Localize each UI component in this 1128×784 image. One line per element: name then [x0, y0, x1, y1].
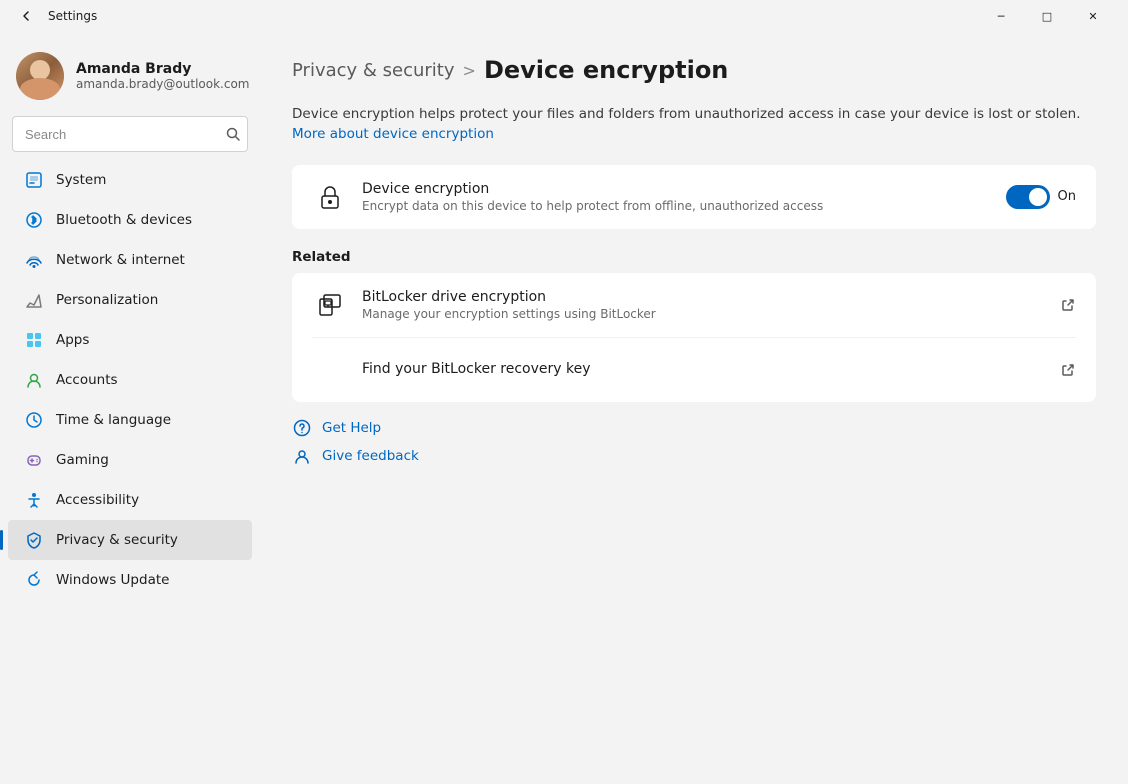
sidebar-item-bluetooth[interactable]: Bluetooth & devices: [8, 200, 252, 240]
recovery-key-title: Find your BitLocker recovery key: [362, 361, 1060, 377]
sidebar-label-bluetooth: Bluetooth & devices: [56, 212, 192, 228]
system-icon: [24, 170, 44, 190]
related-section-title: Related: [292, 249, 1096, 265]
related-card: BitLocker drive encryption Manage your e…: [292, 273, 1096, 402]
sidebar-item-apps[interactable]: Apps: [8, 320, 252, 360]
sidebar-item-update[interactable]: Windows Update: [8, 560, 252, 600]
sidebar-item-network[interactable]: Network & internet: [8, 240, 252, 280]
avatar-image: [16, 52, 64, 100]
sidebar-item-privacy[interactable]: Privacy & security: [8, 520, 252, 560]
sidebar-item-system[interactable]: System: [8, 160, 252, 200]
network-icon: [24, 250, 44, 270]
give-feedback-icon: [292, 446, 312, 466]
back-button[interactable]: [12, 2, 40, 30]
encryption-toggle[interactable]: [1006, 185, 1050, 209]
profile-section: Amanda Brady amanda.brady@outlook.com: [0, 40, 260, 116]
sidebar-label-privacy: Privacy & security: [56, 532, 178, 548]
get-help-link[interactable]: Get Help: [292, 418, 1096, 438]
device-encryption-item: Device encryption Encrypt data on this d…: [292, 165, 1096, 229]
description-text-part: Device encryption helps protect your fil…: [292, 106, 1081, 122]
external-link-icon-recovery: [1060, 362, 1076, 378]
window-controls: ─ □ ✕: [978, 0, 1116, 32]
update-icon: [24, 570, 44, 590]
breadcrumb: Privacy & security > Device encryption: [292, 56, 1096, 84]
titlebar: Settings ─ □ ✕: [0, 0, 1128, 32]
time-icon: [24, 410, 44, 430]
sidebar-label-time: Time & language: [56, 412, 171, 428]
encryption-title: Device encryption: [362, 181, 1006, 197]
sidebar-item-accessibility[interactable]: Accessibility: [8, 480, 252, 520]
avatar: [16, 52, 64, 100]
encryption-icon: [312, 179, 348, 215]
sidebar-label-personalization: Personalization: [56, 292, 158, 308]
device-encryption-card: Device encryption Encrypt data on this d…: [292, 165, 1096, 229]
get-help-label: Get Help: [322, 420, 381, 436]
personalization-icon: [24, 290, 44, 310]
encryption-toggle-group: On: [1006, 185, 1076, 209]
sidebar-label-apps: Apps: [56, 332, 89, 348]
accounts-icon: [24, 370, 44, 390]
sidebar-label-network: Network & internet: [56, 252, 185, 268]
external-link-icon-bitlocker: [1060, 297, 1076, 313]
close-button[interactable]: ✕: [1070, 0, 1116, 32]
description: Device encryption helps protect your fil…: [292, 104, 1096, 145]
recovery-key-item[interactable]: Find your BitLocker recovery key: [292, 338, 1096, 402]
description-link[interactable]: More about device encryption: [292, 126, 494, 142]
window-title: Settings: [48, 9, 978, 23]
search-icon: [226, 127, 240, 141]
breadcrumb-separator: >: [463, 61, 476, 80]
sidebar-label-update: Windows Update: [56, 572, 169, 588]
help-section: Get Help Give feedback: [292, 418, 1096, 466]
bitlocker-text: BitLocker drive encryption Manage your e…: [362, 289, 1060, 321]
bluetooth-icon: [24, 210, 44, 230]
give-feedback-label: Give feedback: [322, 448, 419, 464]
bitlocker-subtitle: Manage your encryption settings using Bi…: [362, 307, 1060, 321]
gaming-icon: [24, 450, 44, 470]
search-container: [12, 116, 248, 152]
sidebar-label-gaming: Gaming: [56, 452, 109, 468]
get-help-icon: [292, 418, 312, 438]
bitlocker-link-icon: [1060, 297, 1076, 313]
bitlocker-icon: [312, 287, 348, 323]
page-title: Device encryption: [484, 56, 728, 84]
give-feedback-link[interactable]: Give feedback: [292, 446, 1096, 466]
recovery-key-text: Find your BitLocker recovery key: [362, 361, 1060, 379]
encryption-text: Device encryption Encrypt data on this d…: [362, 181, 1006, 213]
apps-icon: [24, 330, 44, 350]
sidebar-label-system: System: [56, 172, 106, 188]
sidebar-item-gaming[interactable]: Gaming: [8, 440, 252, 480]
search-input[interactable]: [12, 116, 248, 152]
maximize-button[interactable]: □: [1024, 0, 1070, 32]
bitlocker-title: BitLocker drive encryption: [362, 289, 1060, 305]
minimize-button[interactable]: ─: [978, 0, 1024, 32]
sidebar-item-time[interactable]: Time & language: [8, 400, 252, 440]
breadcrumb-parent[interactable]: Privacy & security: [292, 60, 455, 81]
accessibility-icon: [24, 490, 44, 510]
bitlocker-item[interactable]: BitLocker drive encryption Manage your e…: [292, 273, 1096, 337]
privacy-icon: [24, 530, 44, 550]
encryption-subtitle: Encrypt data on this device to help prot…: [362, 199, 1006, 213]
profile-email: amanda.brady@outlook.com: [76, 77, 249, 91]
main-content: Privacy & security > Device encryption D…: [260, 32, 1128, 784]
sidebar-label-accessibility: Accessibility: [56, 492, 139, 508]
app-container: Amanda Brady amanda.brady@outlook.com: [0, 32, 1128, 784]
sidebar-item-personalization[interactable]: Personalization: [8, 280, 252, 320]
sidebar-item-accounts[interactable]: Accounts: [8, 360, 252, 400]
toggle-label: On: [1058, 189, 1076, 204]
sidebar: Amanda Brady amanda.brady@outlook.com: [0, 32, 260, 784]
recovery-key-link-icon: [1060, 362, 1076, 378]
profile-info: Amanda Brady amanda.brady@outlook.com: [76, 61, 249, 91]
sidebar-label-accounts: Accounts: [56, 372, 118, 388]
profile-name: Amanda Brady: [76, 61, 249, 77]
